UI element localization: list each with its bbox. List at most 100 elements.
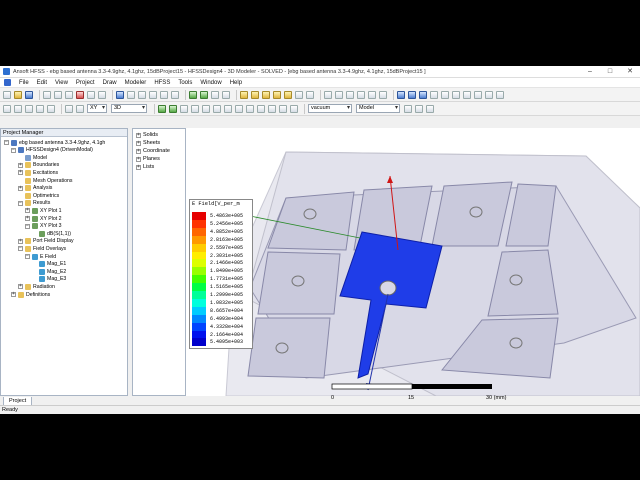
solution-data-icon[interactable] [202,104,210,113]
menu-edit[interactable]: Edit [33,80,51,86]
expand-icon[interactable]: − [4,140,9,145]
tree-item[interactable]: + XY Plot 2 [25,215,62,222]
expand-icon[interactable]: + [18,238,23,244]
rotate-icon[interactable] [138,90,146,99]
expand-icon[interactable]: + [136,140,141,146]
field-plot-icon[interactable] [158,104,166,113]
sphere-draw-icon[interactable] [262,90,270,99]
tree-item-solids[interactable]: + Solids [136,131,158,139]
tree-item[interactable]: + Radiation [18,283,55,290]
tree-item-sheets[interactable]: + Sheets [136,139,160,147]
subtract-icon[interactable] [335,90,343,99]
minimize-button[interactable]: – [580,66,600,78]
close-button[interactable]: ✕ [620,66,640,78]
grid-icon[interactable] [441,90,449,99]
tree-item[interactable]: − E Field [25,253,56,260]
mirror-icon[interactable] [368,90,376,99]
rectangle-draw-icon[interactable] [273,90,281,99]
convergence-icon[interactable] [213,104,221,113]
report-icon[interactable] [191,104,199,113]
snap-face-icon[interactable] [36,104,44,113]
view-front-icon[interactable] [397,90,405,99]
expand-icon[interactable]: + [18,162,23,168]
expand-icon[interactable]: + [11,292,16,297]
menu-help[interactable]: Help [226,80,246,86]
axis-icon[interactable] [452,90,460,99]
snap-edge-icon[interactable] [25,104,33,113]
radiation-icon[interactable] [290,104,298,113]
view-top-icon[interactable] [408,90,416,99]
split-icon[interactable] [357,90,365,99]
expand-icon[interactable]: − [18,246,23,252]
plane-select[interactable]: XY [87,104,107,113]
cut-icon[interactable] [43,90,51,99]
undo-icon[interactable] [87,90,95,99]
lighting-icon[interactable] [485,90,493,99]
mode-select[interactable]: Model [356,104,400,113]
analyze-icon[interactable] [200,90,208,99]
profile-icon[interactable] [224,104,232,113]
tree-item[interactable]: − Field Overlays [18,245,66,252]
material-select[interactable]: vacuum [308,104,352,113]
tree-item[interactable]: Model [18,154,47,161]
tree-item[interactable]: + Excitations [18,169,58,176]
spline-draw-icon[interactable] [306,90,314,99]
grid-settings-icon[interactable] [65,104,73,113]
menu-file[interactable]: File [15,80,33,86]
cs-icon[interactable] [76,104,84,113]
tree-item[interactable]: − ebg based antenna 3.3-4.9ghz, 4.1gh [4,139,105,146]
menu-modeler[interactable]: Modeler [121,80,151,86]
sweep-icon[interactable] [257,104,265,113]
tree-item[interactable]: + Analysis [18,185,52,192]
setup-icon[interactable] [246,104,254,113]
menu-draw[interactable]: Draw [99,80,121,86]
select-icon[interactable] [116,90,124,99]
expand-icon[interactable]: + [136,156,141,162]
menu-tools[interactable]: Tools [174,80,196,86]
intersect-icon[interactable] [346,90,354,99]
paste-icon[interactable] [65,90,73,99]
port-icon[interactable] [268,104,276,113]
snap-center-icon[interactable] [47,104,55,113]
mesh-plot-icon[interactable] [169,104,177,113]
view-iso-icon[interactable] [430,90,438,99]
tree-item[interactable]: dB(S(1,1)) [32,230,71,237]
tree-item-coordinate[interactable]: + Coordinate [136,147,170,155]
tree-item[interactable]: Mag_E3 [32,276,66,283]
circle-draw-icon[interactable] [284,90,292,99]
snap-grid-icon[interactable] [3,104,11,113]
tree-item[interactable]: Optimetrics [18,192,59,199]
open-icon[interactable] [14,90,22,99]
animate-icon[interactable] [180,104,188,113]
expand-icon[interactable]: + [136,164,141,170]
expand-icon[interactable]: + [18,185,23,191]
expand-icon[interactable]: + [136,148,141,154]
expand-icon[interactable]: − [18,200,23,206]
snap-vertex-icon[interactable] [14,104,22,113]
pan-icon[interactable] [160,90,168,99]
expand-icon[interactable]: − [11,147,16,153]
box-draw-icon[interactable] [240,90,248,99]
menu-window[interactable]: Window [196,80,225,86]
field-overlay-icon[interactable] [222,90,230,99]
save-icon[interactable] [25,90,33,99]
results-icon[interactable] [211,90,219,99]
new-icon[interactable] [3,90,11,99]
cylinder-draw-icon[interactable] [251,90,259,99]
line-draw-icon[interactable] [295,90,303,99]
tree-item[interactable]: + Boundaries [18,162,59,169]
tree-item-lists[interactable]: + Lists [136,163,154,171]
wireframe-icon[interactable] [474,90,482,99]
expand-icon[interactable]: + [136,132,141,138]
tree-item[interactable]: + XY Plot 1 [25,207,62,214]
tree-item[interactable]: − XY Plot 3 [25,223,62,230]
unite-icon[interactable] [324,90,332,99]
zoom-icon[interactable] [149,90,157,99]
expand-icon[interactable]: + [25,208,30,214]
maximize-button[interactable]: □ [600,66,620,78]
document-menu-icon[interactable] [4,79,11,86]
validate-icon[interactable] [189,90,197,99]
tree-item[interactable]: − HFSSDesign4 (DrivenModal) [11,147,93,154]
tree-item[interactable]: Mag_E2 [32,268,66,275]
menu-view[interactable]: View [51,80,72,86]
